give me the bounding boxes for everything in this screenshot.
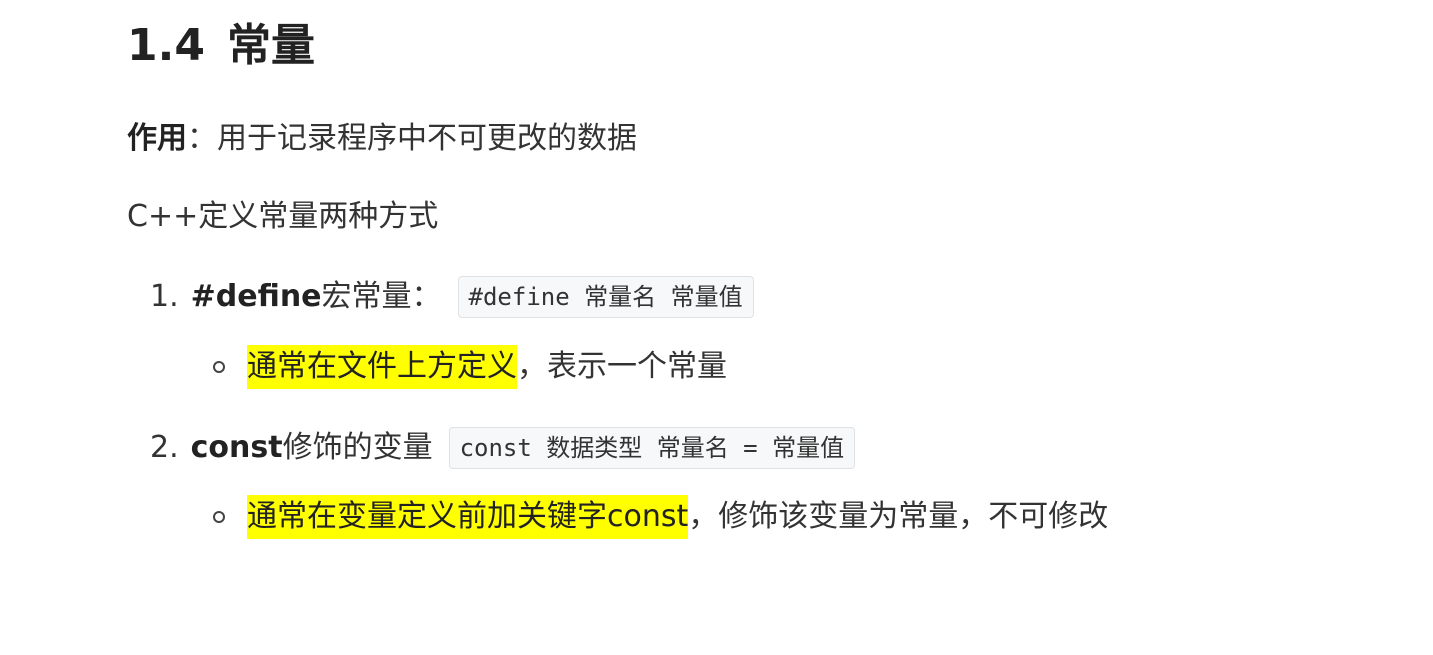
list-item-const: 2. const 修饰的变量 const 数据类型 常量名 = 常量值 [150,426,856,470]
intro-paragraph: C++定义常量两种方式 [127,199,439,234]
list-item-define: 1. #define 宏常量： #define 常量名 常量值 [150,275,754,319]
hollow-circle-bullet-icon [213,361,225,373]
highlighted-text: 通常在变量定义前加关键字const [247,495,689,539]
sub-item-text: ，表示一个常量 [517,349,727,384]
inline-code: #define 常量名 常量值 [457,276,754,318]
list-text: 修饰的变量 [282,430,433,465]
section-heading: 1.4 常量 [127,14,315,78]
list-marker: 2. [150,430,179,465]
list-keyword: const [190,430,283,465]
list-keyword: #define [190,279,322,314]
purpose-text: 用于记录程序中不可更改的数据 [217,121,637,156]
section-number: 1.4 [127,20,205,71]
document-page: 1.4 常量 作用：用于记录程序中不可更改的数据 C++定义常量两种方式 1. #… [0,0,1433,655]
purpose-label: 作用 [127,121,187,156]
highlighted-text: 通常在文件上方定义 [247,345,517,389]
sub-item-text: ，修饰该变量为常量，不可修改 [688,499,1109,534]
list-text: 宏常量： [321,279,442,314]
sub-item-define: 通常在文件上方定义 ，表示一个常量 [213,345,727,389]
list-marker: 1. [150,279,179,314]
purpose-paragraph: 作用：用于记录程序中不可更改的数据 [127,117,637,161]
inline-code: const 数据类型 常量名 = 常量值 [448,427,856,469]
sub-item-const: 通常在变量定义前加关键字const ，修饰该变量为常量，不可修改 [213,495,1108,539]
hollow-circle-bullet-icon [213,511,225,523]
purpose-separator: ： [187,121,217,156]
section-title: 常量 [226,20,315,71]
